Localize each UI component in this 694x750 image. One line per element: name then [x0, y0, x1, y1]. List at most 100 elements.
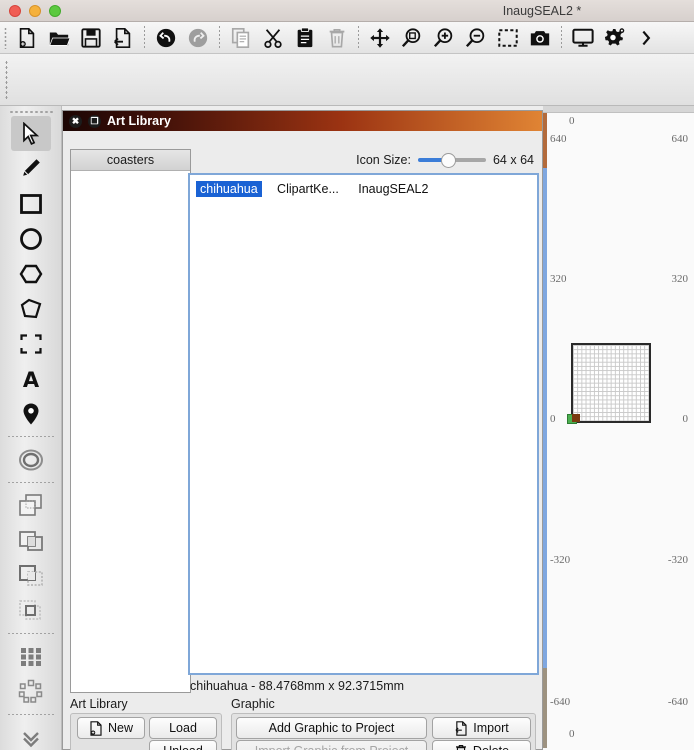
ruler-right-neg320: -320	[667, 554, 688, 566]
design-canvas[interactable]: 0 640 640 320 320 0 0 -320 -320 -640 -64…	[543, 106, 694, 750]
polygon-tool[interactable]	[11, 291, 51, 326]
monitor-icon[interactable]	[567, 23, 599, 53]
toolbar-separator	[358, 25, 359, 50]
add-graphic-to-project-button[interactable]: Add Graphic to Project	[236, 717, 427, 739]
trash-delete-icon	[455, 744, 466, 750]
icon-size-slider[interactable]	[417, 153, 486, 168]
canvas-top-ruler	[543, 106, 694, 113]
canvas-grid-object[interactable]	[571, 343, 651, 423]
ruler-bottom-label: 0	[569, 728, 575, 740]
toolbar-separator	[144, 25, 145, 50]
load-button-label: Load	[169, 721, 197, 735]
save-icon[interactable]	[75, 23, 107, 53]
origin-handle-brown[interactable]	[572, 414, 580, 422]
library-header-coasters[interactable]: coasters	[71, 150, 190, 171]
ruler-left-neg320: -320	[550, 554, 571, 566]
settings-gear-icon[interactable]	[599, 23, 631, 53]
pencil-tool[interactable]	[11, 151, 51, 186]
icon-size-value: 64 x 64	[492, 153, 534, 167]
ruler-left-320: 320	[550, 273, 567, 285]
art-library-dialog: ✖ ❐ Art Library coasters Icon Size: 64 x…	[62, 110, 543, 750]
library-list-panel[interactable]: coasters	[70, 149, 191, 693]
open-folder-icon[interactable]	[43, 23, 75, 53]
add-graphic-label: Add Graphic to Project	[268, 721, 395, 735]
list-item[interactable]: chihuahua	[196, 181, 262, 197]
window-titlebar: InaugSEAL2 *	[0, 0, 694, 22]
ruler-left-640: 640	[550, 133, 567, 145]
tool-separator	[7, 714, 54, 715]
import-button-label: Import	[473, 721, 509, 735]
tool-separator	[7, 436, 54, 437]
art-library-body: coasters Icon Size: 64 x 64 chihuahua Cl…	[63, 131, 542, 750]
boolean-union-tool[interactable]	[11, 488, 51, 523]
delete-button[interactable]: Delete	[432, 740, 531, 750]
maximize-icon[interactable]: ❐	[88, 114, 101, 128]
list-item[interactable]: InaugSEAL2	[354, 181, 432, 197]
rounded-rect-tool[interactable]	[11, 326, 51, 361]
redo-icon[interactable]	[182, 23, 214, 53]
zoom-fit-icon[interactable]	[396, 23, 428, 53]
ruler-right-0: 0	[682, 413, 689, 425]
graphic-list-pane[interactable]: chihuahua ClipartKe... InaugSEAL2	[188, 173, 539, 675]
tool-separator	[7, 482, 54, 483]
new-button-label: New	[107, 721, 133, 735]
slider-knob[interactable]	[440, 153, 456, 168]
paste-clipboard-icon[interactable]	[289, 23, 321, 53]
tool-sidebar: A	[0, 106, 62, 750]
circular-array-tool[interactable]	[11, 674, 51, 709]
boolean-intersect-tool[interactable]	[11, 558, 51, 593]
ruler-marker-blue	[543, 168, 547, 668]
toolbar-separator	[219, 25, 220, 50]
art-library-titlebar: ✖ ❐ Art Library	[63, 111, 542, 131]
overflow-chevron-icon[interactable]	[631, 23, 663, 53]
properties-drag-grip[interactable]	[5, 60, 8, 100]
cursor-select-tool[interactable]	[10, 116, 51, 151]
icon-size-control: Icon Size: 64 x 64	[356, 153, 534, 168]
hexagon-tool[interactable]	[11, 256, 51, 291]
ruler-marker-orange	[543, 113, 547, 168]
trash-delete-icon[interactable]	[321, 23, 353, 53]
copy-icon[interactable]	[225, 23, 257, 53]
toolbar-separator	[561, 25, 562, 50]
boolean-subtract-tool[interactable]	[11, 523, 51, 558]
ruler-marker-tan	[543, 668, 547, 748]
unload-button[interactable]: Unload	[149, 740, 217, 750]
text-tool[interactable]: A	[11, 361, 51, 396]
load-button[interactable]: Load	[149, 717, 217, 739]
undo-icon[interactable]	[150, 23, 182, 53]
import-button[interactable]: Import	[432, 717, 531, 739]
export-file-icon[interactable]	[107, 23, 139, 53]
application-window: InaugSEAL2 * A 0 640 640 320 320 0 0 -32…	[0, 0, 694, 750]
list-item[interactable]: ClipartKe...	[273, 181, 343, 197]
ruler-right-640: 640	[671, 133, 689, 145]
zoom-in-icon[interactable]	[428, 23, 460, 53]
more-tools-chevron[interactable]	[11, 720, 51, 750]
icon-size-label: Icon Size:	[356, 153, 411, 167]
marker-pin-tool[interactable]	[11, 396, 51, 431]
zoom-out-icon[interactable]	[460, 23, 492, 53]
main-toolbar	[0, 22, 694, 54]
art-library-group-label: Art Library	[70, 697, 128, 711]
offset-ring-tool[interactable]	[11, 442, 51, 477]
ruler-left-0: 0	[550, 413, 556, 425]
ruler-right-320: 320	[671, 273, 689, 285]
new-file-icon	[90, 720, 102, 736]
camera-icon[interactable]	[524, 23, 556, 53]
ruler-right-neg640: -640	[667, 696, 688, 708]
grid-array-tool[interactable]	[11, 639, 51, 674]
marquee-select-icon[interactable]	[492, 23, 524, 53]
new-file-icon[interactable]	[11, 23, 43, 53]
ellipse-tool[interactable]	[11, 221, 51, 256]
art-library-title: Art Library	[107, 114, 171, 128]
new-button[interactable]: New	[77, 717, 145, 739]
boolean-exclude-tool[interactable]	[11, 593, 51, 628]
move-arrows-icon[interactable]	[364, 23, 396, 53]
import-graphic-label: Import Graphic from Project	[255, 744, 409, 750]
tool-sidebar-grip[interactable]	[8, 110, 53, 114]
ruler-top-label: 0	[569, 115, 575, 127]
close-icon[interactable]: ✖	[69, 114, 82, 128]
toolbar-drag-grip[interactable]	[4, 26, 7, 49]
cut-scissors-icon[interactable]	[257, 23, 289, 53]
rectangle-tool[interactable]	[11, 186, 51, 221]
import-graphic-from-project-button[interactable]: Import Graphic from Project	[236, 740, 427, 750]
